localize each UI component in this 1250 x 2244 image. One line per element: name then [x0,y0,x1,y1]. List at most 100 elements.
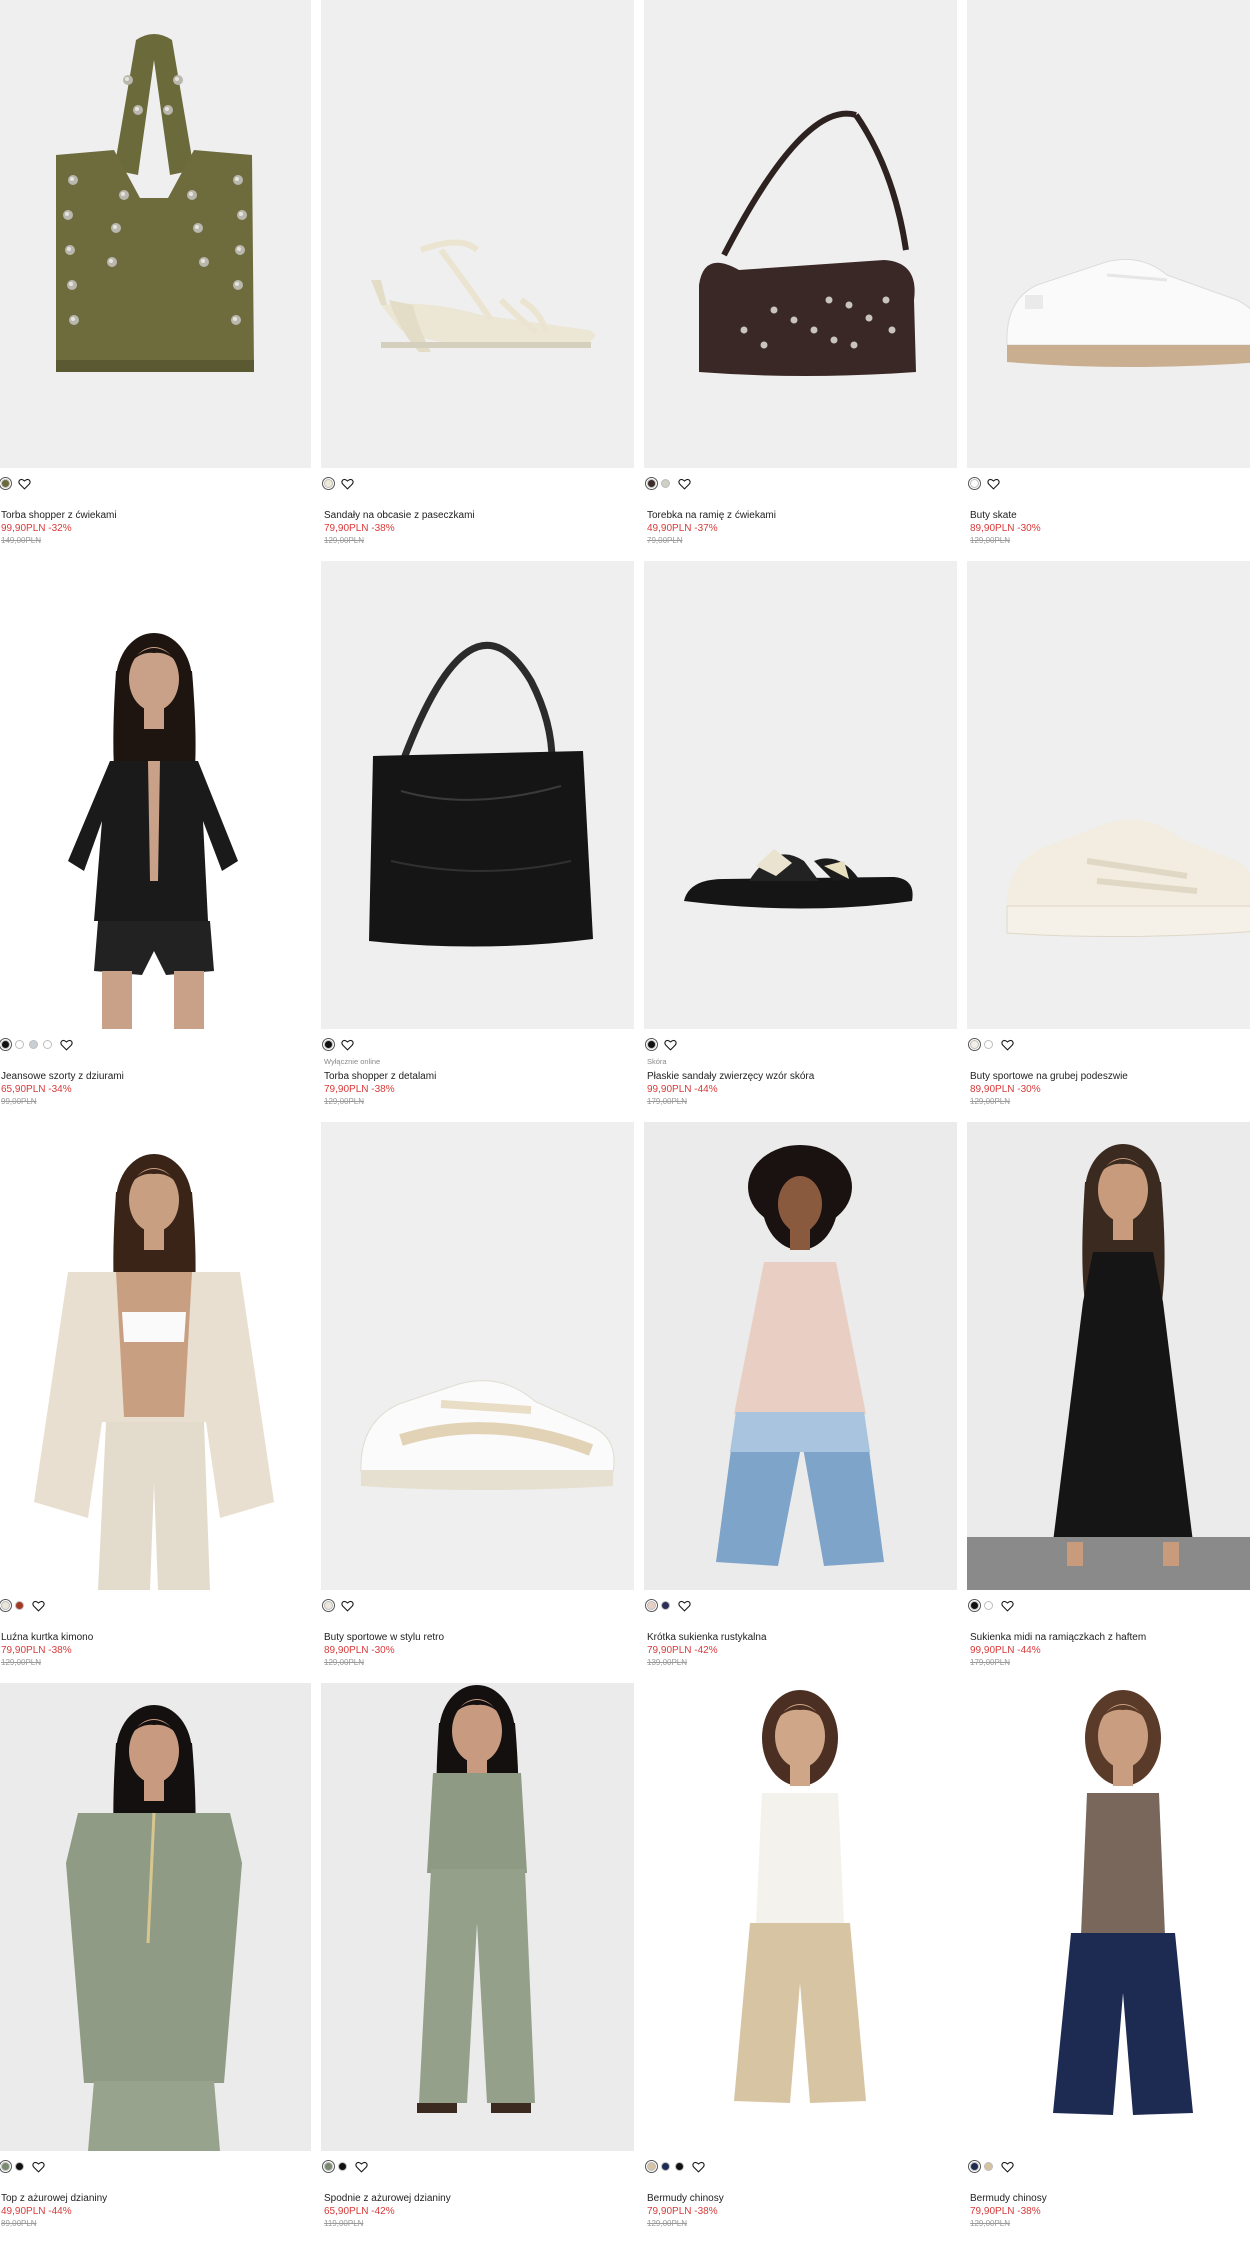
product-card-5[interactable]: Jeansowe szorty z dziurami 65,90PLN -34%… [0,561,311,1122]
color-swatch[interactable] [43,1039,52,1049]
wishlist-heart-button[interactable] [678,1599,691,1612]
color-swatch[interactable] [15,1039,24,1049]
wishlist-heart-button[interactable] [664,1038,677,1051]
model-linen-kimono[interactable] [0,1122,311,1590]
color-swatch[interactable] [675,2161,684,2171]
wishlist-heart-button[interactable] [678,477,691,490]
product-name[interactable]: Sandały na obcasie z paseczkami [324,509,634,522]
product-card-9[interactable]: Luźna kurtka kimono 79,90PLN -38% 129,00… [0,1122,311,1683]
product-meta: Luźna kurtka kimono 79,90PLN -38% 129,00… [0,1590,311,1669]
color-swatch[interactable] [322,1037,335,1051]
product-name[interactable]: Buty sportowe w stylu retro [324,1631,634,1644]
cream-chunky-sneaker[interactable] [967,561,1250,1029]
color-swatch[interactable] [338,2161,347,2171]
color-swatch[interactable] [968,2159,981,2173]
product-name[interactable]: Torebka na ramię z ćwiekami [647,509,957,522]
product-card-1[interactable]: Torba shopper z ćwiekami 99,90PLN -32% 1… [0,0,311,561]
product-name[interactable]: Torba shopper z detalami [324,1070,634,1083]
product-name[interactable]: Buty skate [970,509,1250,522]
color-swatch[interactable] [645,2159,658,2173]
product-card-12[interactable]: Sukienka midi na ramiączkach z haftem 99… [967,1122,1250,1683]
color-swatch[interactable] [0,1598,12,1612]
color-swatch[interactable] [322,2159,335,2173]
model-navy-bermuda[interactable] [967,1683,1250,2151]
product-name[interactable]: Krótka sukienka rustykalna [647,1631,957,1644]
product-tag [970,496,1250,505]
white-skate-shoe[interactable] [967,0,1250,468]
color-swatch[interactable] [661,478,670,488]
wishlist-heart-button[interactable] [1001,2160,1014,2173]
wishlist-heart-button[interactable] [1001,1038,1014,1051]
black-leather-shopper[interactable] [321,561,634,1029]
model-sage-knit-top[interactable] [0,1683,311,2151]
product-card-7[interactable]: Skóra Płaskie sandały zwierzęcy wzór skó… [644,561,957,1122]
product-card-8[interactable]: Buty sportowe na grubej podeszwie 89,90P… [967,561,1250,1122]
color-swatch[interactable] [968,1037,981,1051]
olive-studded-shopper-bag[interactable] [0,0,311,468]
product-card-2[interactable]: Sandały na obcasie z paseczkami 79,90PLN… [321,0,634,561]
product-photo-art [68,633,238,1029]
wishlist-heart-button[interactable] [32,2160,45,2173]
product-name[interactable]: Sukienka midi na ramiączkach z haftem [970,1631,1250,1644]
model-sage-knit-trousers[interactable] [321,1683,634,2151]
wishlist-heart-button[interactable] [341,477,354,490]
model-beige-bermuda[interactable] [644,1683,957,2151]
color-swatch[interactable] [661,2161,670,2171]
product-name[interactable]: Buty sportowe na grubej podeszwie [970,1070,1250,1083]
model-pink-short-dress[interactable] [644,1122,957,1590]
color-swatch[interactable] [645,476,658,490]
color-swatch[interactable] [661,1600,670,1610]
product-card-4[interactable]: Buty skate 89,90PLN -30% 129,00PLN [967,0,1250,561]
product-price: 79,90PLN -38% [324,523,395,534]
wishlist-heart-button[interactable] [341,1038,354,1051]
wishlist-heart-button[interactable] [60,1038,73,1051]
product-card-13[interactable]: Top z ażurowej dzianiny 49,90PLN -44% 89… [0,1683,311,2244]
color-swatch[interactable] [322,476,335,490]
color-swatch[interactable] [968,1598,981,1612]
color-swatch[interactable] [0,2159,12,2173]
color-swatch[interactable] [984,1600,993,1610]
color-swatch[interactable] [15,1600,24,1610]
product-card-11[interactable]: Krótka sukienka rustykalna 79,90PLN -42%… [644,1122,957,1683]
color-swatch[interactable] [0,1037,12,1051]
product-name[interactable]: Jeansowe szorty z dziurami [1,1070,311,1083]
wishlist-heart-button[interactable] [1001,1599,1014,1612]
color-swatch[interactable] [645,1598,658,1612]
product-name[interactable]: Bermudy chinosy [970,2192,1250,2205]
product-tag: Wyłącznie online [324,1057,381,1066]
wishlist-heart-button[interactable] [692,2160,705,2173]
wishlist-heart-button[interactable] [341,1599,354,1612]
product-card-14[interactable]: Spodnie z ażurowej dzianiny 65,90PLN -42… [321,1683,634,2244]
product-name[interactable]: Bermudy chinosy [647,2192,957,2205]
black-animal-print-slide-sandal[interactable] [644,561,957,1029]
wishlist-heart-button[interactable] [987,477,1000,490]
color-swatch[interactable] [29,1039,38,1049]
brown-studded-shoulder-bag[interactable] [644,0,957,468]
model-black-blouse-shorts[interactable] [0,561,311,1029]
color-swatch[interactable] [0,476,12,490]
product-name[interactable]: Luźna kurtka kimono [1,1631,311,1644]
product-name[interactable]: Spodnie z ażurowej dzianiny [324,2192,634,2205]
color-swatch[interactable] [322,1598,335,1612]
product-name[interactable]: Płaskie sandały zwierzęcy wzór skóra [647,1070,957,1083]
wishlist-heart-button[interactable] [32,1599,45,1612]
product-name[interactable]: Torba shopper z ćwiekami [1,509,311,522]
product-card-15[interactable]: Bermudy chinosy 79,90PLN -38% 129,00PLN [644,1683,957,2244]
color-swatch[interactable] [968,476,981,490]
cream-strappy-heeled-sandal[interactable] [321,0,634,468]
product-card-16[interactable]: Bermudy chinosy 79,90PLN -38% 129,00PLN [967,1683,1250,2244]
wishlist-heart-button[interactable] [18,477,31,490]
model-black-midi-dress[interactable] [967,1122,1250,1590]
product-card-6[interactable]: Wyłącznie online Torba shopper z detalam… [321,561,634,1122]
product-card-10[interactable]: Buty sportowe w stylu retro 89,90PLN -30… [321,1122,634,1683]
color-swatch[interactable] [645,1037,658,1051]
product-old-price: 129,00PLN [324,536,365,545]
product-name[interactable]: Top z ażurowej dzianiny [1,2192,311,2205]
wishlist-heart-button[interactable] [355,2160,368,2173]
color-swatch[interactable] [15,2161,24,2171]
retro-beige-sneaker[interactable] [321,1122,634,1590]
product-card-3[interactable]: Torebka na ramię z ćwiekami 49,90PLN -37… [644,0,957,561]
color-swatch[interactable] [984,1039,993,1049]
color-swatch[interactable] [984,2161,993,2171]
color-swatches [0,1037,311,1051]
